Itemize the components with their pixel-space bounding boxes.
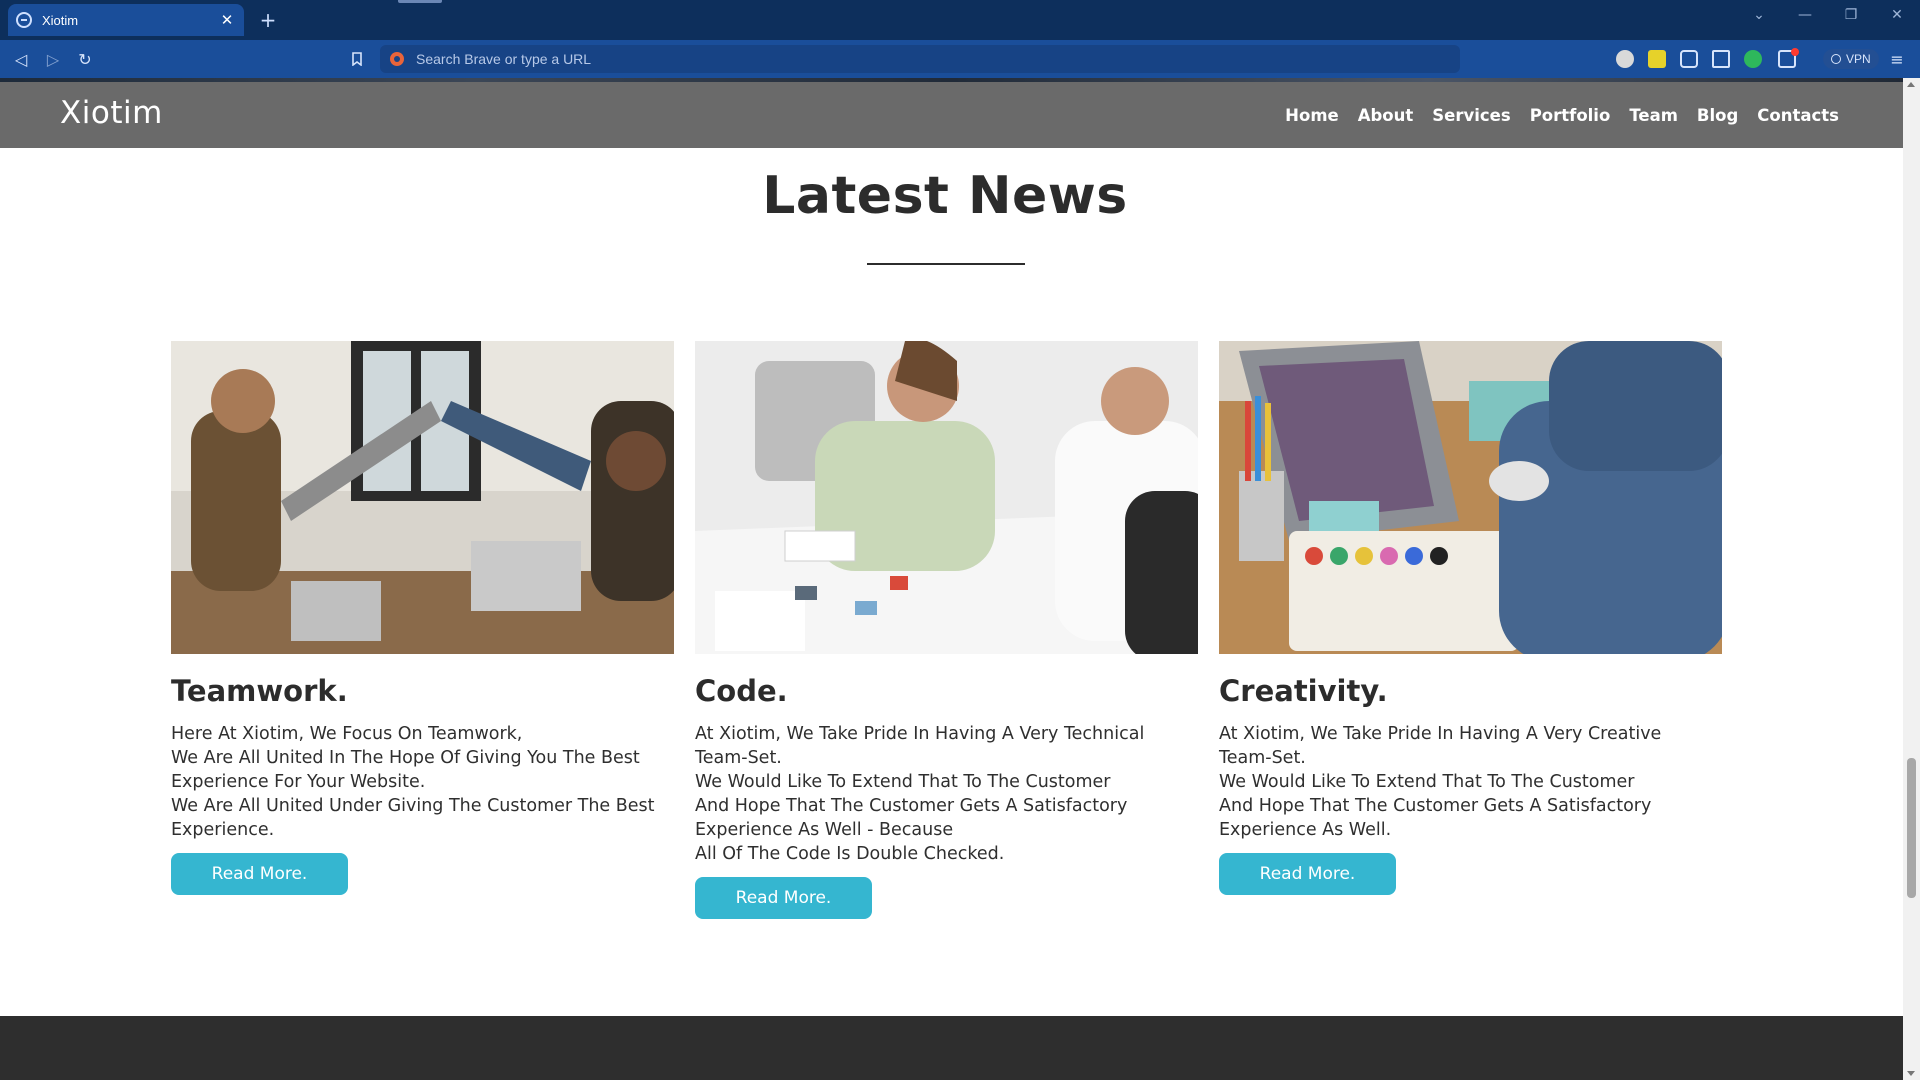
card-title: Creativity. — [1219, 674, 1388, 708]
footer-band — [0, 1016, 1903, 1080]
card-title: Teamwork. — [171, 674, 348, 708]
back-icon[interactable]: ◁ — [10, 48, 32, 70]
section-title: Latest News — [762, 166, 1128, 226]
card-text-line: Here At Xiotim, We Focus On Teamwork, — [171, 724, 523, 744]
card-text-line: We Would Like To Extend That To The Cust… — [1219, 772, 1635, 792]
browser-tabstrip: Xiotim ✕ + ⌄ — ❐ ✕ — [0, 0, 1920, 40]
tab-indicator — [398, 0, 442, 3]
card-text: Here At Xiotim, We Focus On Teamwork, We… — [171, 722, 674, 842]
card-title: Code. — [695, 674, 788, 708]
address-bar[interactable]: Search Brave or type a URL — [380, 45, 1460, 73]
site-header: Xiotim Home About Services Portfolio Tea… — [0, 82, 1903, 148]
menu-icon[interactable]: ≡ — [1886, 48, 1908, 70]
card-text-line: Experience For Your Website. — [171, 772, 426, 792]
card-text-line: Experience As Well. — [1219, 820, 1392, 840]
title-divider — [867, 263, 1025, 265]
card-text-line: We Are All United In The Hope Of Giving … — [171, 748, 640, 768]
reload-icon[interactable]: ↻ — [74, 48, 96, 70]
card-text-line: Experience. — [171, 820, 275, 840]
notification-dot — [1791, 48, 1799, 56]
nav-team[interactable]: Team — [1629, 106, 1678, 125]
profile-avatar-icon[interactable] — [1744, 50, 1762, 68]
extension-mask-icon[interactable] — [1616, 50, 1634, 68]
bookmark-glyph — [352, 52, 362, 66]
extension-card-icon[interactable] — [1648, 50, 1666, 68]
card-text-line: Team-Set. — [695, 748, 782, 768]
forward-icon[interactable]: ▷ — [42, 48, 64, 70]
brave-shield-icon[interactable] — [390, 52, 404, 66]
restore-button[interactable]: ❐ — [1828, 0, 1874, 30]
page-scrollbar[interactable] — [1903, 78, 1920, 1080]
read-more-button[interactable]: Read More. — [171, 853, 348, 895]
tab-title: Xiotim — [42, 12, 79, 28]
card-text: At Xiotim, We Take Pride In Having A Ver… — [695, 722, 1198, 866]
browser-tab[interactable]: Xiotim ✕ — [8, 4, 244, 36]
new-tab-button[interactable]: + — [256, 8, 280, 32]
scroll-up-icon[interactable] — [1907, 82, 1915, 87]
vpn-button[interactable]: VPN — [1823, 49, 1879, 69]
news-card-creativity: Creativity. At Xiotim, We Take Pride In … — [1219, 341, 1722, 895]
scroll-down-icon[interactable] — [1907, 1071, 1915, 1076]
main-nav: Home About Services Portfolio Team Blog … — [1285, 106, 1839, 125]
card-text-line: And Hope That The Customer Gets A Satisf… — [695, 796, 1128, 816]
tab-search-icon[interactable]: ⌄ — [1736, 0, 1782, 30]
card-text-line: Experience As Well - Because — [695, 820, 954, 840]
read-more-button[interactable]: Read More. — [1219, 853, 1396, 895]
creativity-photo — [1219, 341, 1722, 654]
read-more-button[interactable]: Read More. — [695, 877, 872, 919]
card-text-line: We Would Like To Extend That To The Cust… — [695, 772, 1111, 792]
sidebar-icon[interactable] — [1712, 50, 1730, 68]
news-card-code: Code. At Xiotim, We Take Pride In Having… — [695, 341, 1198, 919]
close-tab-icon[interactable]: ✕ — [218, 11, 236, 29]
news-card-teamwork: Teamwork. Here At Xiotim, We Focus On Te… — [171, 341, 674, 895]
nav-blog[interactable]: Blog — [1697, 106, 1738, 125]
nav-services[interactable]: Services — [1432, 106, 1510, 125]
nav-portfolio[interactable]: Portfolio — [1530, 106, 1611, 125]
globe-icon — [16, 12, 32, 28]
page-viewport: Xiotim Home About Services Portfolio Tea… — [0, 78, 1903, 1080]
extensions-puzzle-icon[interactable] — [1680, 50, 1698, 68]
card-text-line: We Are All United Under Giving The Custo… — [171, 796, 655, 816]
close-window-button[interactable]: ✕ — [1874, 0, 1920, 30]
address-placeholder: Search Brave or type a URL — [416, 51, 592, 67]
bookmark-icon[interactable] — [346, 48, 368, 70]
minimize-button[interactable]: — — [1782, 0, 1828, 30]
card-text-line: At Xiotim, We Take Pride In Having A Ver… — [695, 724, 1145, 744]
card-text-line: And Hope That The Customer Gets A Satisf… — [1219, 796, 1652, 816]
code-photo — [695, 341, 1198, 654]
site-logo[interactable]: Xiotim — [60, 95, 163, 131]
browser-toolbar: ◁ ▷ ↻ Search Brave or type a URL VPN ≡ — [0, 40, 1920, 78]
scrollbar-thumb[interactable] — [1907, 758, 1916, 898]
nav-contacts[interactable]: Contacts — [1757, 106, 1839, 125]
wallet-icon[interactable] — [1778, 48, 1799, 68]
card-text-line: All Of The Code Is Double Checked. — [695, 844, 1005, 864]
nav-about[interactable]: About — [1358, 106, 1414, 125]
teamwork-photo — [171, 341, 674, 654]
card-text-line: Team-Set. — [1219, 748, 1306, 768]
nav-home[interactable]: Home — [1285, 106, 1339, 125]
card-text-line: At Xiotim, We Take Pride In Having A Ver… — [1219, 724, 1662, 744]
card-text: At Xiotim, We Take Pride In Having A Ver… — [1219, 722, 1722, 842]
